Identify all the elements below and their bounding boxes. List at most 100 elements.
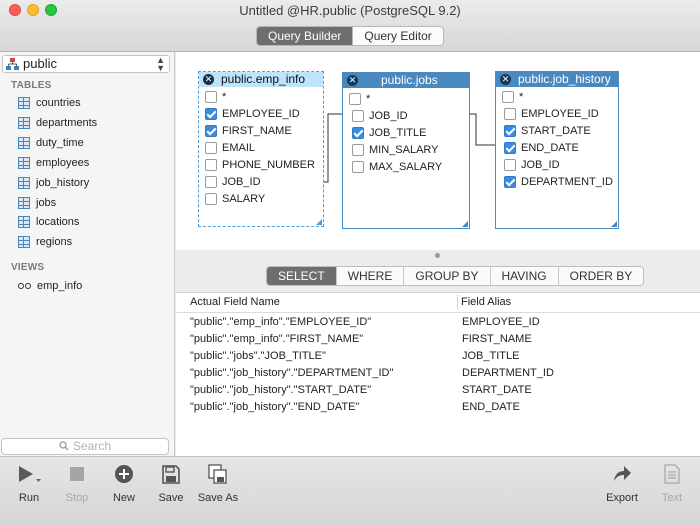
table-card-jobs[interactable]: ✕ public.jobs * JOB_ID JOB_TITLE MIN_SAL… — [342, 72, 470, 229]
query-editor-tab[interactable]: Query Editor — [352, 27, 442, 45]
checkbox[interactable] — [352, 110, 364, 122]
sidebar-item-label: departments — [36, 117, 98, 129]
field-row[interactable]: JOB_TITLE — [352, 125, 426, 141]
resize-handle[interactable] — [462, 221, 468, 227]
cell-field-name[interactable]: "public"."emp_info"."EMPLOYEE_ID" — [190, 314, 371, 331]
cell-field-name[interactable]: "public"."job_history"."DEPARTMENT_ID" — [190, 365, 393, 382]
field-row[interactable]: START_DATE — [504, 123, 591, 139]
checkbox[interactable] — [504, 159, 516, 171]
table-card-emp-info[interactable]: ✕ public.emp_info * EMPLOYEE_ID FIRST_NA… — [198, 71, 324, 227]
remove-table-icon[interactable]: ✕ — [203, 74, 214, 85]
remove-table-icon[interactable]: ✕ — [347, 75, 358, 86]
select-all-row[interactable]: * — [349, 91, 370, 107]
sidebar-item-jobs[interactable]: jobs — [18, 194, 56, 212]
save-as-icon — [208, 464, 227, 484]
text-button[interactable]: Text — [656, 462, 688, 504]
field-row[interactable]: EMAIL — [205, 140, 255, 156]
field-row[interactable]: PHONE_NUMBER — [205, 157, 315, 173]
field-label: SALARY — [222, 193, 266, 205]
tab-where[interactable]: WHERE — [335, 267, 404, 285]
save-button[interactable]: Save — [154, 462, 188, 504]
cell-field-alias[interactable]: FIRST_NAME — [462, 331, 532, 348]
cell-field-alias[interactable]: START_DATE — [462, 382, 532, 399]
resize-handle[interactable] — [316, 219, 322, 225]
checkbox[interactable] — [502, 91, 514, 103]
cell-field-name[interactable]: "public"."jobs"."JOB_TITLE" — [190, 348, 326, 365]
cell-field-alias[interactable]: END_DATE — [462, 399, 520, 416]
sidebar-item-departments[interactable]: departments — [18, 114, 97, 132]
checkbox[interactable] — [504, 125, 516, 137]
table-icon — [18, 137, 30, 149]
field-row[interactable]: MAX_SALARY — [352, 159, 442, 175]
field-row[interactable]: SALARY — [205, 191, 265, 207]
field-row[interactable]: JOB_ID — [504, 157, 560, 173]
column-divider[interactable] — [457, 295, 458, 310]
new-label: New — [112, 492, 135, 504]
checkbox[interactable] — [205, 159, 217, 171]
resize-handle[interactable] — [611, 221, 617, 227]
field-row[interactable]: DEPARTMENT_ID — [504, 174, 613, 190]
query-builder-tab[interactable]: Query Builder — [257, 27, 353, 45]
checkbox[interactable] — [352, 161, 364, 173]
field-row[interactable]: JOB_ID — [205, 174, 261, 190]
field-row[interactable]: FIRST_NAME — [205, 123, 292, 139]
cell-field-alias[interactable]: DEPARTMENT_ID — [462, 365, 554, 382]
sidebar-item-countries[interactable]: countries — [18, 94, 81, 112]
checkbox[interactable] — [205, 125, 217, 137]
search-input[interactable]: Search — [1, 438, 169, 455]
field-row[interactable]: EMPLOYEE_ID — [504, 106, 599, 122]
stop-button[interactable]: Stop — [60, 462, 94, 504]
sidebar-item-locations[interactable]: locations — [18, 213, 79, 231]
cell-field-name[interactable]: "public"."emp_info"."FIRST_NAME" — [190, 331, 363, 348]
sidebar-item-regions[interactable]: regions — [18, 233, 72, 251]
tab-having[interactable]: HAVING — [489, 267, 558, 285]
checkbox[interactable] — [504, 142, 516, 154]
field-row[interactable]: MIN_SALARY — [352, 142, 439, 158]
tab-select[interactable]: SELECT — [267, 267, 336, 285]
cell-field-alias[interactable]: JOB_TITLE — [462, 348, 519, 365]
sidebar-item-duty-time[interactable]: duty_time — [18, 134, 84, 152]
field-row[interactable]: JOB_ID — [352, 108, 408, 124]
checkbox[interactable] — [205, 176, 217, 188]
field-label: JOB_ID — [521, 159, 560, 171]
run-button[interactable]: Run — [10, 462, 48, 504]
query-diagram[interactable]: ✕ public.emp_info * EMPLOYEE_ID FIRST_NA… — [176, 52, 700, 250]
sidebar-item-employees[interactable]: employees — [18, 154, 89, 172]
field-label: EMPLOYEE_ID — [521, 108, 599, 120]
save-as-button[interactable]: Save As — [196, 462, 240, 504]
table-header[interactable]: ✕ public.emp_info — [199, 72, 323, 87]
sidebar-item-emp-info[interactable]: emp_info — [18, 277, 82, 295]
column-header-field-alias[interactable]: Field Alias — [461, 293, 511, 312]
field-label: MIN_SALARY — [369, 144, 439, 156]
table-header[interactable]: ✕ public.job_history — [496, 72, 618, 87]
field-row[interactable]: END_DATE — [504, 140, 579, 156]
new-button[interactable]: New — [108, 462, 140, 504]
cell-field-name[interactable]: "public"."job_history"."START_DATE" — [190, 382, 371, 399]
schema-select[interactable]: public ▲ ▼ — [2, 55, 170, 73]
cell-field-alias[interactable]: EMPLOYEE_ID — [462, 314, 540, 331]
select-all-row[interactable]: * — [205, 89, 226, 105]
clause-tabs: SELECT WHERE GROUP BY HAVING ORDER BY — [266, 266, 645, 286]
checkbox[interactable] — [352, 144, 364, 156]
checkbox[interactable] — [504, 108, 516, 120]
checkbox[interactable] — [205, 142, 217, 154]
mode-switcher: Query Builder Query Editor — [256, 26, 444, 46]
cell-field-name[interactable]: "public"."job_history"."END_DATE" — [190, 399, 359, 416]
column-header-actual-field[interactable]: Actual Field Name — [190, 293, 280, 312]
remove-table-icon[interactable]: ✕ — [500, 74, 511, 85]
tab-order-by[interactable]: ORDER BY — [557, 267, 644, 285]
stop-icon — [70, 467, 84, 481]
field-row[interactable]: EMPLOYEE_ID — [205, 106, 300, 122]
checkbox[interactable] — [349, 93, 361, 105]
table-header[interactable]: ✕ public.jobs — [343, 73, 469, 88]
checkbox[interactable] — [504, 176, 516, 188]
checkbox[interactable] — [205, 108, 217, 120]
table-card-job-history[interactable]: ✕ public.job_history * EMPLOYEE_ID START… — [495, 71, 619, 229]
tab-group-by[interactable]: GROUP BY — [403, 267, 489, 285]
sidebar-item-job-history[interactable]: job_history — [18, 174, 89, 192]
checkbox[interactable] — [205, 193, 217, 205]
export-button[interactable]: Export — [603, 462, 641, 504]
select-all-row[interactable]: * — [502, 89, 523, 105]
checkbox[interactable] — [205, 91, 217, 103]
checkbox[interactable] — [352, 127, 364, 139]
